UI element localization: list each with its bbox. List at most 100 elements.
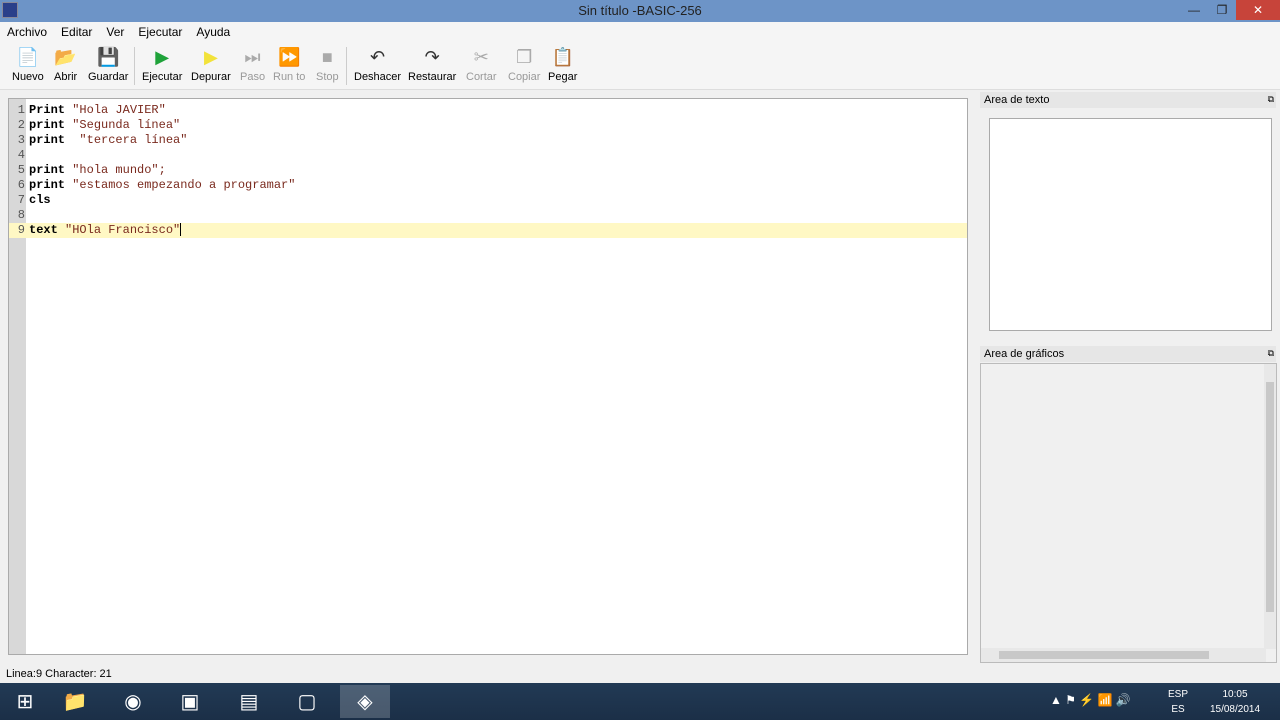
taskbar-basic256-icon[interactable]: ◈ bbox=[340, 685, 390, 718]
copiar-button[interactable]: ❐ Copiar bbox=[508, 46, 541, 84]
code-line[interactable]: 8 bbox=[9, 208, 967, 223]
line-number: 3 bbox=[17, 133, 25, 147]
toolbar-label: Depurar bbox=[191, 71, 231, 83]
toolbar-separator bbox=[134, 47, 135, 85]
toolbar-label: Copiar bbox=[508, 71, 541, 83]
taskbar-explorer-icon[interactable]: 📁 bbox=[50, 685, 100, 718]
code-line[interactable]: 7 cls bbox=[9, 193, 967, 208]
window-title: Sin título -BASIC-256 bbox=[578, 3, 702, 18]
text-caret bbox=[180, 223, 182, 237]
float-icon[interactable]: ⧉ bbox=[1268, 94, 1274, 105]
copy-icon: ❐ bbox=[516, 46, 533, 67]
tray-icons[interactable]: ▲ ⚑ ⚡ 📶 🔊 bbox=[1050, 693, 1131, 708]
run-to-button[interactable]: ⏩ Run to bbox=[273, 46, 306, 84]
clock[interactable]: 10:05 15/08/2014 bbox=[1205, 687, 1265, 717]
run-to-icon: ⏩ bbox=[278, 46, 301, 67]
abrir-button[interactable]: 📂 Abrir bbox=[54, 46, 77, 84]
keyboard-code: ES bbox=[1171, 704, 1185, 715]
text-area-title: Area de texto bbox=[980, 92, 1276, 108]
code-text: "HOla Francisco" bbox=[57, 223, 181, 237]
stop-icon: ■ bbox=[321, 46, 333, 67]
taskbar-chrome-icon[interactable]: ◉ bbox=[108, 685, 158, 718]
code-line[interactable]: 9 text "HOla Francisco" bbox=[9, 223, 967, 238]
graphics-area-title: Area de gráficos bbox=[980, 346, 1276, 362]
date: 15/08/2014 bbox=[1209, 704, 1261, 715]
code-text: "Hola JAVIER" bbox=[65, 103, 166, 117]
taskbar-start-button[interactable]: ⊞ bbox=[0, 685, 50, 718]
paso-button[interactable]: ⏭ Paso bbox=[240, 46, 266, 84]
menu-bar: Archivo Editar Ver Ejecutar Ayuda bbox=[0, 22, 1280, 41]
float-icon[interactable]: ⧉ bbox=[1268, 348, 1274, 359]
toolbar-label: Nuevo bbox=[12, 71, 44, 83]
stop-button[interactable]: ■ Stop bbox=[316, 46, 339, 84]
code-line[interactable]: 4 bbox=[9, 148, 967, 163]
cut-icon: ✂ bbox=[473, 46, 489, 67]
debug-icon: ▶ bbox=[203, 46, 218, 67]
guardar-button[interactable]: 💾 Guardar bbox=[88, 46, 129, 84]
open-icon: 📂 bbox=[54, 46, 77, 67]
toolbar-label: Paso bbox=[240, 71, 266, 83]
menu-ejecutar[interactable]: Ejecutar bbox=[131, 22, 189, 42]
line-number: 9 bbox=[17, 223, 25, 237]
nuevo-button[interactable]: 📄 Nuevo bbox=[12, 46, 44, 84]
code-line[interactable]: 3 print "tercera línea" bbox=[9, 133, 967, 148]
text-output-area[interactable] bbox=[989, 118, 1272, 331]
save-icon: 💾 bbox=[96, 46, 120, 67]
line-number: 1 bbox=[17, 103, 25, 117]
toolbar-label: Ejecutar bbox=[142, 71, 183, 83]
line-number: 6 bbox=[17, 178, 25, 192]
graphics-area-header: Area de gráficos ⧉ bbox=[980, 346, 1276, 364]
toolbar-label: Guardar bbox=[88, 71, 129, 83]
cortar-button[interactable]: ✂ Cortar bbox=[466, 46, 497, 84]
graphics-output-area[interactable] bbox=[980, 363, 1277, 663]
code-line[interactable]: 6 print "estamos empezando a programar" bbox=[9, 178, 967, 193]
menu-editar[interactable]: Editar bbox=[54, 22, 99, 42]
deshacer-button[interactable]: ↶ Deshacer bbox=[354, 46, 402, 84]
vertical-scrollbar[interactable] bbox=[1264, 364, 1276, 649]
taskbar-app5-icon[interactable]: ▢ bbox=[282, 685, 332, 718]
restore-button[interactable]: ❐ bbox=[1208, 0, 1236, 20]
taskbar: ▲ ⚑ ⚡ 📶 🔊 ESP ES 10:05 15/08/2014 ⊞ 📁 ◉ ▣ ▤ ▢ ◈ bbox=[0, 683, 1280, 720]
code-line[interactable]: 1 Print "Hola JAVIER" bbox=[9, 103, 967, 118]
toolbar: 📄 Nuevo 📂 Abrir 💾 Guardar ▶ Ejecutar ▶ Depurar ⏭ Pa… bbox=[0, 41, 1280, 90]
ejecutar-button[interactable]: ▶ Ejecutar bbox=[142, 46, 183, 84]
toolbar-label: Stop bbox=[316, 71, 339, 83]
toolbar-separator bbox=[346, 47, 347, 85]
code-text: "Segunda línea" bbox=[65, 118, 181, 132]
line-number: 2 bbox=[17, 118, 25, 132]
code-text: "estamos empezando a programar" bbox=[65, 178, 296, 192]
status-bar: Linea:9 Character: 21 bbox=[6, 668, 112, 680]
code-editor[interactable]: 1 Print "Hola JAVIER" 2 print "Segunda líne… bbox=[8, 98, 968, 655]
menu-ver[interactable]: Ver bbox=[99, 22, 131, 42]
close-button[interactable]: ✕ bbox=[1236, 0, 1280, 20]
undo-icon: ↶ bbox=[369, 46, 386, 67]
line-number: 7 bbox=[17, 193, 25, 207]
line-number: 8 bbox=[17, 208, 25, 222]
line-number: 5 bbox=[17, 163, 25, 177]
keyword: print bbox=[29, 178, 66, 192]
keyword: text bbox=[29, 223, 58, 237]
toolbar-label: Deshacer bbox=[354, 71, 402, 83]
step-icon: ⏭ bbox=[244, 46, 261, 67]
taskbar-app4-icon[interactable]: ▤ bbox=[224, 685, 274, 718]
toolbar-label: Run to bbox=[273, 71, 306, 83]
keyword: print bbox=[29, 163, 66, 177]
code-line[interactable]: 5 print "hola mundo"; bbox=[9, 163, 967, 178]
menu-ayuda[interactable]: Ayuda bbox=[189, 22, 237, 42]
horizontal-scrollbar[interactable] bbox=[981, 648, 1266, 662]
depurar-button[interactable]: ▶ Depurar bbox=[191, 46, 231, 84]
menu-archivo[interactable]: Archivo bbox=[0, 22, 54, 42]
toolbar-label: Restaurar bbox=[408, 71, 457, 83]
toolbar-label: Cortar bbox=[466, 71, 497, 83]
pegar-button[interactable]: 📋 Pegar bbox=[548, 46, 578, 84]
code-line[interactable]: 2 print "Segunda línea" bbox=[9, 118, 967, 133]
run-icon: ▶ bbox=[155, 46, 170, 67]
restaurar-button[interactable]: ↷ Restaurar bbox=[408, 46, 457, 84]
time: 10:05 bbox=[1222, 689, 1248, 700]
keyword: print bbox=[29, 133, 66, 147]
toolbar-label: Pegar bbox=[548, 71, 578, 83]
minimize-button[interactable]: — bbox=[1180, 0, 1208, 20]
title-bar: Sin título -BASIC-256 — ❐ ✕ bbox=[0, 0, 1280, 22]
taskbar-app3-icon[interactable]: ▣ bbox=[165, 685, 215, 718]
language-indicator[interactable]: ESP ES bbox=[1168, 687, 1188, 717]
